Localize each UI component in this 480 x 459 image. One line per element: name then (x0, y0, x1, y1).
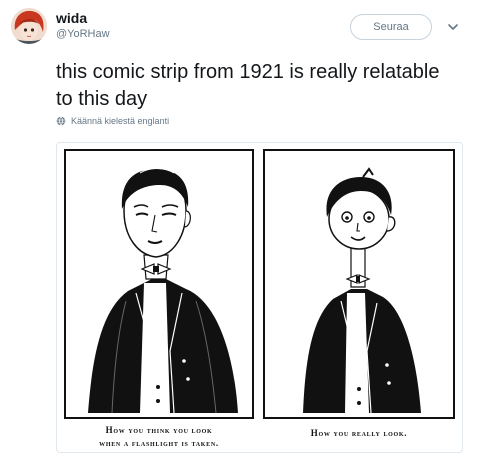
globe-icon (56, 116, 66, 126)
chevron-down-icon[interactable] (446, 20, 460, 34)
user-handle[interactable]: @YoRHaw (56, 28, 110, 40)
tweet-image[interactable]: How you think you look when a flashlight… (56, 142, 463, 453)
comic-panel-left (64, 149, 254, 419)
user-name[interactable]: wida (56, 10, 87, 26)
follow-button[interactable]: Seuraa (350, 14, 432, 40)
comic-panel-right (263, 149, 455, 419)
comic-drawing-goofy (303, 167, 421, 414)
avatar[interactable] (11, 8, 47, 44)
avatar-image (11, 8, 47, 44)
translate-label: Käännä kielestä englanti (71, 116, 170, 126)
caption-right: How you really look. (310, 428, 408, 438)
tweet-text: this comic strip from 1921 is really rel… (56, 61, 440, 110)
translate-link[interactable]: Käännä kielestä englanti (56, 116, 169, 126)
caption-left-line1: How you think you look (105, 425, 213, 435)
caption-left: How you think you look when a flashlight… (64, 424, 254, 450)
comic-drawing-handsome (88, 168, 238, 414)
caption-left-line2: when a flashlight is taken. (99, 438, 219, 448)
